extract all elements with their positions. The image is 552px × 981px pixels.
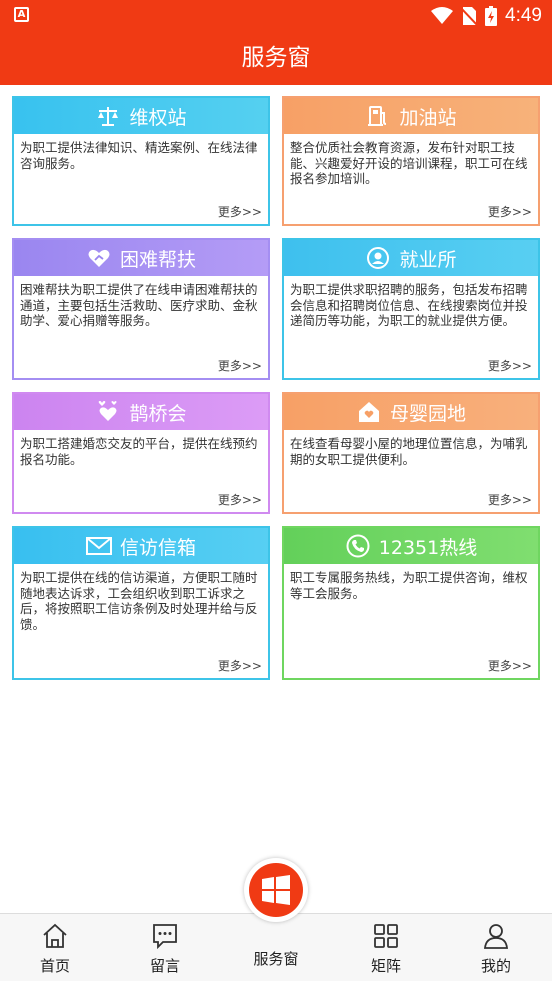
more-link[interactable]: 更多>>	[488, 491, 532, 508]
card-description: 职工专属服务热线，为职工提供咨询，维权等工会服务。	[290, 570, 528, 601]
card-refuel-station[interactable]: 加油站 整合优质社会教育资源，发布针对职工技能、兴趣爱好开设的培训课程，职工可在…	[282, 96, 540, 226]
user-icon	[484, 924, 508, 949]
card-title: 信访信箱	[119, 536, 196, 559]
envelope-icon	[85, 533, 112, 559]
more-link[interactable]: 更多>>	[218, 657, 262, 674]
tab-label: 首页	[39, 957, 70, 975]
more-link[interactable]: 更多>>	[218, 357, 262, 374]
grid-icon	[374, 924, 398, 948]
hearts-icon	[95, 399, 121, 425]
card-description: 为职工搭建婚恋交友的平台，提供在线预约报名功能。	[20, 436, 258, 467]
phone-icon	[345, 533, 371, 559]
card-description: 为职工提供求职招聘的服务，包括发布招聘会信息和招聘岗位信息、在线搜索岗位并投递简…	[290, 282, 528, 328]
card-title: 母婴园地	[389, 402, 466, 425]
battery-charging-icon	[485, 6, 498, 26]
tab-label: 矩阵	[370, 957, 401, 975]
card-title: 鹊桥会	[129, 402, 187, 425]
card-title: 12351热线	[378, 536, 478, 559]
chat-icon	[153, 924, 177, 950]
card-description: 在线查看母婴小屋的地理位置信息，为哺乳期的女职工提供便利。	[290, 436, 528, 467]
person-circle-icon	[365, 245, 391, 271]
card-title: 维权站	[129, 106, 187, 129]
app-notification-icon: A	[14, 7, 29, 22]
tab-label: 留言	[149, 957, 180, 975]
card-header: 信访信箱	[14, 528, 268, 564]
more-link[interactable]: 更多>>	[218, 203, 262, 220]
tab-label: 服务窗	[253, 950, 299, 968]
more-link[interactable]: 更多>>	[488, 657, 532, 674]
card-header: 加油站	[284, 98, 538, 134]
card-hardship-aid[interactable]: 困难帮扶 困难帮扶为职工提供了在线申请困难帮扶的通道，主要包括生活救助、医疗求助…	[12, 238, 270, 380]
card-title: 加油站	[399, 106, 457, 129]
card-title: 困难帮扶	[119, 248, 196, 271]
tab-service-window[interactable]: 服务窗	[226, 858, 326, 981]
card-description: 为职工提供法律知识、精选案例、在线法律咨询服务。	[20, 140, 258, 171]
windows-icon	[262, 875, 290, 905]
service-window-button[interactable]	[249, 863, 303, 917]
card-hotline[interactable]: 12351热线 职工专属服务热线，为职工提供咨询，维权等工会服务。 更多>>	[282, 526, 540, 680]
system-icons: 4:49	[431, 4, 542, 28]
card-header: 鹊桥会	[14, 394, 268, 430]
card-description: 困难帮扶为职工提供了在线申请困难帮扶的通道，主要包括生活救助、医疗求助、金秋助学…	[20, 282, 258, 328]
tab-message[interactable]: 留言	[110, 914, 220, 981]
tab-matrix[interactable]: 矩阵	[331, 914, 441, 981]
heart-hand-icon	[86, 245, 112, 271]
card-header: 12351热线	[284, 528, 538, 564]
status-time: 4:49	[505, 5, 542, 26]
tab-label: 我的	[480, 957, 511, 975]
wifi-icon	[431, 7, 454, 24]
more-link[interactable]: 更多>>	[488, 357, 532, 374]
card-description: 为职工提供在线的信访渠道，方便职工随时随地表达诉求，工会组织收到职工诉求之后，将…	[20, 570, 258, 632]
more-link[interactable]: 更多>>	[218, 491, 262, 508]
no-sim-icon	[461, 7, 478, 26]
tab-mine[interactable]: 我的	[441, 914, 551, 981]
status-bar: A 4:49	[0, 0, 552, 31]
card-description: 整合优质社会教育资源，发布针对职工技能、兴趣爱好开设的培训课程，职工可在线报名参…	[290, 140, 528, 186]
card-mother-baby[interactable]: 母婴园地 在线查看母婴小屋的地理位置信息，为哺乳期的女职工提供便利。 更多>>	[282, 392, 540, 514]
card-matchmaking[interactable]: 鹊桥会 为职工搭建婚恋交友的平台，提供在线预约报名功能。 更多>>	[12, 392, 270, 514]
home-icon	[43, 923, 67, 948]
card-rights-station[interactable]: 维权站 为职工提供法律知识、精选案例、在线法律咨询服务。 更多>>	[12, 96, 270, 226]
card-employment-office[interactable]: 就业所 为职工提供求职招聘的服务，包括发布招聘会信息和招聘岗位信息、在线搜索岗位…	[282, 238, 540, 380]
card-header: 维权站	[14, 98, 268, 134]
card-title: 就业所	[399, 248, 457, 271]
fuel-pump-icon	[365, 103, 391, 129]
card-header: 母婴园地	[284, 394, 538, 430]
page-title: 服务窗	[0, 31, 552, 85]
card-header: 就业所	[284, 240, 538, 276]
scale-icon	[95, 103, 121, 129]
more-link[interactable]: 更多>>	[488, 203, 532, 220]
card-header: 困难帮扶	[14, 240, 268, 276]
card-petition-mailbox[interactable]: 信访信箱 为职工提供在线的信访渠道，方便职工随时随地表达诉求，工会组织收到职工诉…	[12, 526, 270, 680]
home-heart-icon	[356, 399, 382, 425]
tab-home[interactable]: 首页	[0, 914, 110, 981]
